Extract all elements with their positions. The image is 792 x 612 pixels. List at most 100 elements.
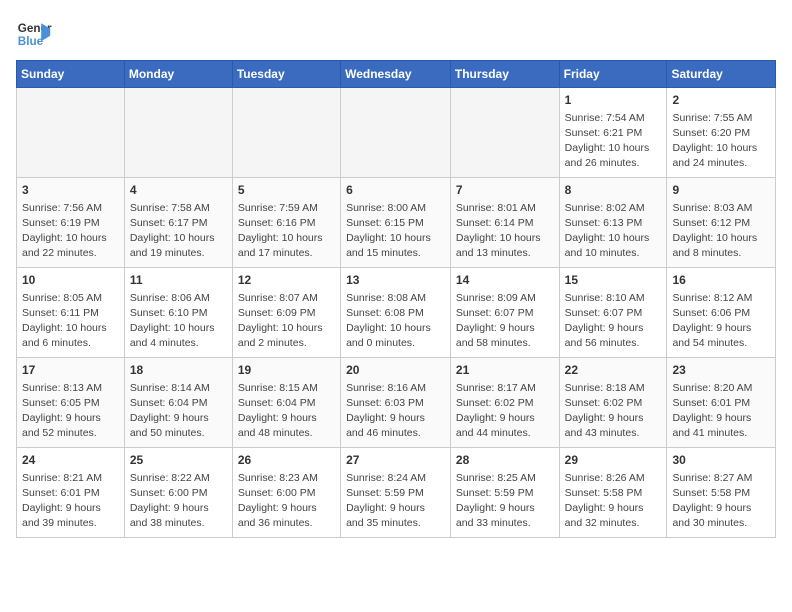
calendar-week-2: 3 Sunrise: 7:56 AM Sunset: 6:19 PM Daylig… xyxy=(17,178,776,268)
day-number: 25 xyxy=(130,452,227,469)
calendar-cell: 9 Sunrise: 8:03 AM Sunset: 6:12 PM Daylig… xyxy=(667,178,776,268)
day-number: 5 xyxy=(238,182,335,199)
day-info: Sunrise: 8:02 AM Sunset: 6:13 PM Dayligh… xyxy=(565,201,662,262)
day-info: Sunrise: 8:17 AM Sunset: 6:02 PM Dayligh… xyxy=(456,381,554,442)
weekday-header-wednesday: Wednesday xyxy=(341,61,451,88)
calendar-cell: 5 Sunrise: 7:59 AM Sunset: 6:16 PM Daylig… xyxy=(232,178,340,268)
calendar-cell: 14 Sunrise: 8:09 AM Sunset: 6:07 PM Dayli… xyxy=(450,268,559,358)
calendar-cell: 21 Sunrise: 8:17 AM Sunset: 6:02 PM Dayli… xyxy=(450,358,559,448)
calendar-cell: 12 Sunrise: 8:07 AM Sunset: 6:09 PM Dayli… xyxy=(232,268,340,358)
day-info: Sunrise: 8:14 AM Sunset: 6:04 PM Dayligh… xyxy=(130,381,227,442)
day-info: Sunrise: 8:22 AM Sunset: 6:00 PM Dayligh… xyxy=(130,471,227,532)
logo: General Blue xyxy=(16,16,52,52)
day-number: 10 xyxy=(22,272,119,289)
day-number: 19 xyxy=(238,362,335,379)
day-info: Sunrise: 8:25 AM Sunset: 5:59 PM Dayligh… xyxy=(456,471,554,532)
day-info: Sunrise: 7:59 AM Sunset: 6:16 PM Dayligh… xyxy=(238,201,335,262)
day-info: Sunrise: 8:07 AM Sunset: 6:09 PM Dayligh… xyxy=(238,291,335,352)
calendar-cell: 17 Sunrise: 8:13 AM Sunset: 6:05 PM Dayli… xyxy=(17,358,125,448)
day-number: 7 xyxy=(456,182,554,199)
day-info: Sunrise: 8:16 AM Sunset: 6:03 PM Dayligh… xyxy=(346,381,445,442)
day-number: 12 xyxy=(238,272,335,289)
calendar-cell: 11 Sunrise: 8:06 AM Sunset: 6:10 PM Dayli… xyxy=(124,268,232,358)
day-info: Sunrise: 8:05 AM Sunset: 6:11 PM Dayligh… xyxy=(22,291,119,352)
calendar-cell: 1 Sunrise: 7:54 AM Sunset: 6:21 PM Daylig… xyxy=(559,88,667,178)
calendar-cell: 23 Sunrise: 8:20 AM Sunset: 6:01 PM Dayli… xyxy=(667,358,776,448)
day-number: 3 xyxy=(22,182,119,199)
day-info: Sunrise: 8:13 AM Sunset: 6:05 PM Dayligh… xyxy=(22,381,119,442)
calendar-cell: 8 Sunrise: 8:02 AM Sunset: 6:13 PM Daylig… xyxy=(559,178,667,268)
calendar-cell: 26Sunrise: 8:23 AM Sunset: 6:00 PM Dayli… xyxy=(232,448,340,538)
calendar-cell: 16Sunrise: 8:12 AM Sunset: 6:06 PM Dayli… xyxy=(667,268,776,358)
day-info: Sunrise: 8:15 AM Sunset: 6:04 PM Dayligh… xyxy=(238,381,335,442)
day-number: 9 xyxy=(672,182,770,199)
day-number: 15 xyxy=(565,272,662,289)
day-info: Sunrise: 8:08 AM Sunset: 6:08 PM Dayligh… xyxy=(346,291,445,352)
calendar-cell: 20 Sunrise: 8:16 AM Sunset: 6:03 PM Dayli… xyxy=(341,358,451,448)
header: General Blue xyxy=(16,16,776,52)
day-info: Sunrise: 8:20 AM Sunset: 6:01 PM Dayligh… xyxy=(672,381,770,442)
day-info: Sunrise: 8:00 AM Sunset: 6:15 PM Dayligh… xyxy=(346,201,445,262)
calendar-cell: 6 Sunrise: 8:00 AM Sunset: 6:15 PM Daylig… xyxy=(341,178,451,268)
day-number: 2 xyxy=(672,92,770,109)
day-number: 30 xyxy=(672,452,770,469)
calendar-cell: 2 Sunrise: 7:55 AM Sunset: 6:20 PM Daylig… xyxy=(667,88,776,178)
weekday-header-row: SundayMondayTuesdayWednesdayThursdayFrid… xyxy=(17,61,776,88)
day-number: 18 xyxy=(130,362,227,379)
weekday-header-thursday: Thursday xyxy=(450,61,559,88)
calendar-cell: 30 Sunrise: 8:27 AM Sunset: 5:58 PM Dayli… xyxy=(667,448,776,538)
calendar-cell: 3 Sunrise: 7:56 AM Sunset: 6:19 PM Daylig… xyxy=(17,178,125,268)
day-number: 11 xyxy=(130,272,227,289)
day-number: 16 xyxy=(672,272,770,289)
calendar-table: SundayMondayTuesdayWednesdayThursdayFrid… xyxy=(16,60,776,538)
calendar-cell: 29 Sunrise: 8:26 AM Sunset: 5:58 PM Dayli… xyxy=(559,448,667,538)
calendar-cell xyxy=(341,88,451,178)
calendar-week-5: 24Sunrise: 8:21 AM Sunset: 6:01 PM Dayli… xyxy=(17,448,776,538)
calendar-cell: 19 Sunrise: 8:15 AM Sunset: 6:04 PM Dayli… xyxy=(232,358,340,448)
weekday-header-monday: Monday xyxy=(124,61,232,88)
calendar-cell: 28 Sunrise: 8:25 AM Sunset: 5:59 PM Dayli… xyxy=(450,448,559,538)
day-number: 23 xyxy=(672,362,770,379)
day-number: 21 xyxy=(456,362,554,379)
calendar-cell: 24Sunrise: 8:21 AM Sunset: 6:01 PM Dayli… xyxy=(17,448,125,538)
calendar-cell: 22Sunrise: 8:18 AM Sunset: 6:02 PM Dayli… xyxy=(559,358,667,448)
calendar-cell: 13 Sunrise: 8:08 AM Sunset: 6:08 PM Dayli… xyxy=(341,268,451,358)
day-number: 4 xyxy=(130,182,227,199)
calendar-cell xyxy=(450,88,559,178)
day-info: Sunrise: 8:03 AM Sunset: 6:12 PM Dayligh… xyxy=(672,201,770,262)
weekday-header-tuesday: Tuesday xyxy=(232,61,340,88)
day-number: 28 xyxy=(456,452,554,469)
calendar-cell: 15 Sunrise: 8:10 AM Sunset: 6:07 PM Dayli… xyxy=(559,268,667,358)
day-info: Sunrise: 8:09 AM Sunset: 6:07 PM Dayligh… xyxy=(456,291,554,352)
calendar-cell: 27Sunrise: 8:24 AM Sunset: 5:59 PM Dayli… xyxy=(341,448,451,538)
calendar-week-4: 17 Sunrise: 8:13 AM Sunset: 6:05 PM Dayli… xyxy=(17,358,776,448)
day-number: 29 xyxy=(565,452,662,469)
day-number: 24 xyxy=(22,452,119,469)
calendar-week-1: 1 Sunrise: 7:54 AM Sunset: 6:21 PM Daylig… xyxy=(17,88,776,178)
day-number: 8 xyxy=(565,182,662,199)
day-info: Sunrise: 8:10 AM Sunset: 6:07 PM Dayligh… xyxy=(565,291,662,352)
day-info: Sunrise: 8:18 AM Sunset: 6:02 PM Dayligh… xyxy=(565,381,662,442)
svg-text:Blue: Blue xyxy=(18,35,44,48)
day-number: 20 xyxy=(346,362,445,379)
day-number: 13 xyxy=(346,272,445,289)
calendar-cell: 4Sunrise: 7:58 AM Sunset: 6:17 PM Daylig… xyxy=(124,178,232,268)
day-number: 6 xyxy=(346,182,445,199)
day-info: Sunrise: 7:55 AM Sunset: 6:20 PM Dayligh… xyxy=(672,111,770,172)
calendar-cell xyxy=(124,88,232,178)
calendar-cell: 10 Sunrise: 8:05 AM Sunset: 6:11 PM Dayli… xyxy=(17,268,125,358)
calendar-cell xyxy=(232,88,340,178)
day-info: Sunrise: 8:26 AM Sunset: 5:58 PM Dayligh… xyxy=(565,471,662,532)
day-info: Sunrise: 8:27 AM Sunset: 5:58 PM Dayligh… xyxy=(672,471,770,532)
day-info: Sunrise: 8:06 AM Sunset: 6:10 PM Dayligh… xyxy=(130,291,227,352)
day-info: Sunrise: 7:54 AM Sunset: 6:21 PM Dayligh… xyxy=(565,111,662,172)
weekday-header-friday: Friday xyxy=(559,61,667,88)
day-number: 14 xyxy=(456,272,554,289)
day-number: 1 xyxy=(565,92,662,109)
day-info: Sunrise: 8:24 AM Sunset: 5:59 PM Dayligh… xyxy=(346,471,445,532)
calendar-cell xyxy=(17,88,125,178)
logo-icon: General Blue xyxy=(16,16,52,52)
day-info: Sunrise: 7:56 AM Sunset: 6:19 PM Dayligh… xyxy=(22,201,119,262)
calendar-cell: 25 Sunrise: 8:22 AM Sunset: 6:00 PM Dayli… xyxy=(124,448,232,538)
day-number: 17 xyxy=(22,362,119,379)
